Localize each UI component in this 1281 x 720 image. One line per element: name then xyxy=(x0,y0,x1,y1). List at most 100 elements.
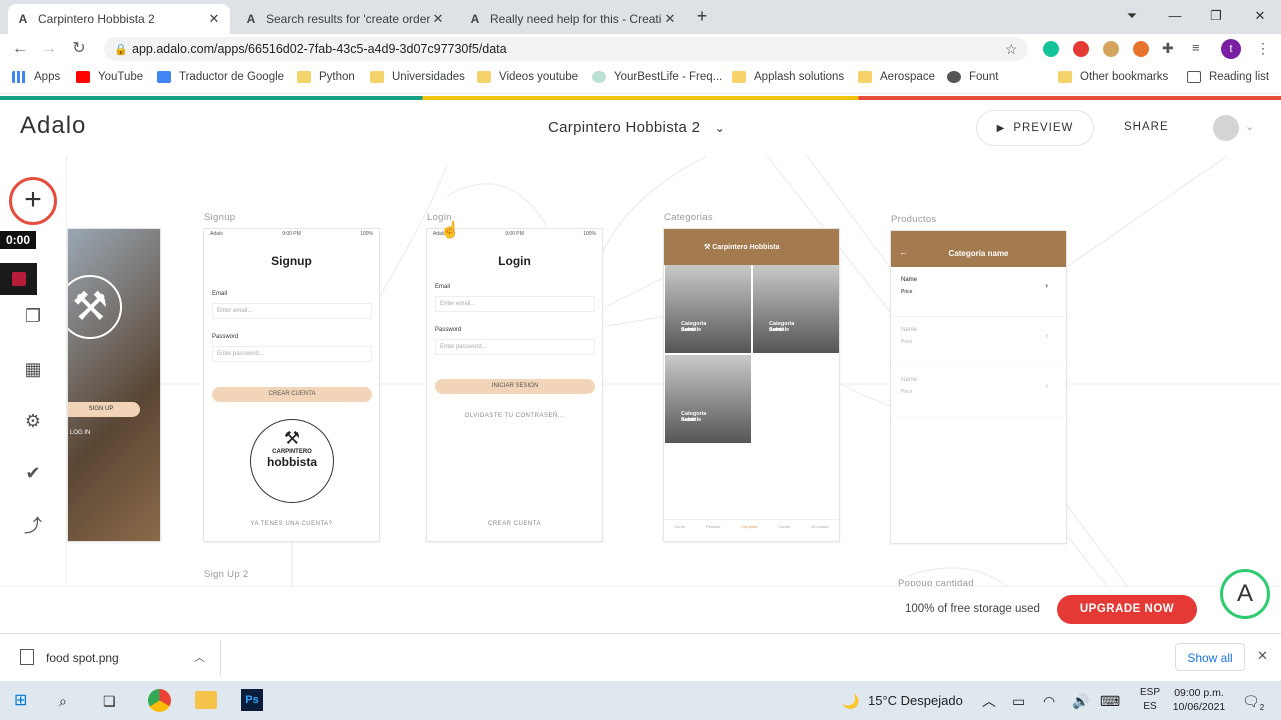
category-card[interactable]: Categoria name Subtitle xyxy=(665,355,751,443)
screen-label[interactable]: Productos xyxy=(891,214,936,225)
back-icon[interactable]: ← xyxy=(9,39,31,59)
share-button[interactable]: SHARE xyxy=(1124,121,1169,133)
profile-avatar[interactable]: t xyxy=(1221,39,1241,59)
productos-screen[interactable]: ← Categoria name Name Price › Name Price › N… xyxy=(890,230,1067,544)
list-item[interactable]: Name Price › xyxy=(891,267,1066,317)
puzzle-icon[interactable]: ✚ xyxy=(1162,40,1174,57)
welcome-login-link[interactable]: LOG IN xyxy=(70,430,90,436)
tab-search-icon[interactable]: ⏷ xyxy=(1112,4,1152,28)
download-file[interactable]: food spot.png xyxy=(46,651,119,665)
signup-screen[interactable]: Adalo 9:00 PM 100% Signup Email Enter emai… xyxy=(203,228,380,542)
list-item[interactable]: Name Price › xyxy=(891,367,1066,417)
have-account-link[interactable]: YA TENES UNA CUENTA? xyxy=(204,521,379,527)
bookmark-youtube[interactable]: YouTube xyxy=(76,71,143,83)
welcome-screen[interactable]: ⚒ SIGN UP LOG IN xyxy=(67,228,161,542)
password-field[interactable]: Enter password... xyxy=(212,346,372,362)
notification-icon[interactable]: 🗨2 xyxy=(1242,689,1264,713)
app-switcher[interactable]: Carpintero Hobbista 2 ⌄ xyxy=(548,119,725,136)
close-icon[interactable]: ✕ xyxy=(1257,648,1268,664)
adalo-help-icon[interactable]: A xyxy=(1220,569,1270,619)
database-icon[interactable]: ▦ xyxy=(22,358,44,380)
user-avatar[interactable] xyxy=(1213,115,1239,141)
file-explorer-icon[interactable] xyxy=(195,691,217,709)
tab-adalo[interactable]: A Carpintero Hobbista 2 ✕ xyxy=(8,4,230,34)
language-indicator[interactable]: ESP ES xyxy=(1140,686,1160,714)
bookmark-yourbestlife[interactable]: YourBestLife - Freq... xyxy=(592,71,722,83)
tab-forum[interactable]: A Really need help for this - Creatir ✕ xyxy=(460,4,686,34)
upgrade-button[interactable]: UPGRADE NOW xyxy=(1057,595,1197,624)
tab-search-results[interactable]: A Search results for 'create order c ✕ xyxy=(236,4,454,34)
show-all-button[interactable]: Show all xyxy=(1175,643,1245,671)
cookie-icon[interactable] xyxy=(1103,41,1119,57)
add-component-button[interactable]: + xyxy=(9,177,57,225)
bookmark-translate[interactable]: Traductor de Google xyxy=(157,71,284,83)
analytics-icon[interactable]: ⤴ xyxy=(22,515,44,537)
media-queue-icon[interactable]: ≡ xyxy=(1192,40,1200,55)
bookmark-videos[interactable]: Videos youtube xyxy=(477,71,578,83)
restore-icon[interactable]: ❐ xyxy=(1196,4,1236,28)
forgot-password-link[interactable]: OLVIDASTE TU CONTRASEÑ... xyxy=(427,413,602,419)
windows-start-icon[interactable]: ⊞ xyxy=(14,689,27,713)
clock[interactable]: 09:00 p.m. 10/06/2021 xyxy=(1172,686,1226,714)
tab-home[interactable]: Home xyxy=(674,524,685,541)
new-tab-icon[interactable]: + xyxy=(690,4,714,28)
create-account-button[interactable]: CREAR CUENTA xyxy=(212,387,372,402)
list-item[interactable]: Name Price › xyxy=(891,317,1066,367)
preview-button[interactable]: ▶ PREVIEW xyxy=(976,110,1094,146)
tab-pedidos[interactable]: Pedidos xyxy=(706,524,720,541)
keyboard-icon[interactable]: ⌨ xyxy=(1100,689,1120,713)
chrome-icon[interactable] xyxy=(148,689,171,712)
bookmark-aerospace[interactable]: Aerospace xyxy=(858,71,935,83)
forward-icon[interactable]: → xyxy=(38,39,60,59)
chevron-up-icon[interactable]: ︿ xyxy=(982,689,996,713)
password-field[interactable]: Enter password... xyxy=(435,339,595,355)
category-card[interactable]: Categoria name Subtitle xyxy=(665,265,751,353)
chevron-down-icon[interactable]: ⌄ xyxy=(1245,120,1254,133)
wifi-icon[interactable]: ◠ xyxy=(1043,689,1055,713)
builder-canvas[interactable]: ⚒ SIGN UP LOG IN Signup Adalo 9:00 PM 100%… xyxy=(67,156,1281,586)
close-tab-icon[interactable]: ✕ xyxy=(430,11,446,27)
tab-carrito[interactable]: Carrito xyxy=(778,524,790,541)
chevron-up-icon[interactable]: ︿ xyxy=(194,649,205,665)
login-screen[interactable]: Adalo 9:00 PM 100% Login Email Enter email… xyxy=(426,228,603,542)
bookmark-star-icon[interactable]: ☆ xyxy=(1005,41,1018,58)
bookmark-apps[interactable]: Apps xyxy=(12,71,60,83)
photoshop-icon[interactable]: Ps xyxy=(241,689,263,711)
volume-icon[interactable]: 🔊 xyxy=(1072,689,1089,713)
email-field[interactable]: Enter email... xyxy=(435,296,595,312)
task-view-icon[interactable]: ❏ xyxy=(103,689,116,713)
weather-text[interactable]: 15°C Despejado xyxy=(868,689,963,713)
screen-label[interactable]: Sign Up 2 xyxy=(204,569,248,580)
screen-label[interactable]: Popoup cantidad xyxy=(898,578,974,586)
bookmark-applash[interactable]: Applash solutions xyxy=(732,71,844,83)
email-field[interactable]: Enter email... xyxy=(212,303,372,319)
url-input[interactable]: app.adalo.com/apps/66516d02-7fab-43c5-a4… xyxy=(104,37,1028,61)
login-button[interactable]: INICIAR SESION xyxy=(435,379,595,394)
screens-icon[interactable]: ❐ xyxy=(22,305,44,327)
search-icon[interactable]: ⌕ xyxy=(59,689,67,713)
bookmark-universidades[interactable]: Universidades xyxy=(370,71,465,83)
window-close-icon[interactable]: ✕ xyxy=(1240,4,1280,28)
grammarly-icon[interactable] xyxy=(1043,41,1059,57)
bookmark-other[interactable]: Other bookmarks xyxy=(1058,71,1168,83)
tab-compras[interactable]: Compras xyxy=(741,524,757,541)
create-account-link[interactable]: CREAR CUENTA xyxy=(427,521,602,527)
screen-label[interactable]: Signup xyxy=(204,212,235,223)
battery-icon[interactable]: ▭ xyxy=(1012,689,1025,713)
bookmark-fount[interactable]: Fount xyxy=(947,71,998,83)
welcome-signup-button[interactable]: SIGN UP xyxy=(68,402,140,417)
menu-icon[interactable]: ⋮ xyxy=(1256,40,1270,57)
adblock-icon[interactable] xyxy=(1073,41,1089,57)
close-tab-icon[interactable]: ✕ xyxy=(662,11,678,27)
screen-label[interactable]: Categorias xyxy=(664,212,713,223)
bookmark-reading-list[interactable]: Reading list xyxy=(1187,71,1269,83)
settings-icon[interactable]: ⚙ xyxy=(22,410,44,432)
close-tab-icon[interactable]: ✕ xyxy=(206,11,222,27)
reload-icon[interactable]: ↻ xyxy=(68,39,90,59)
categorias-screen[interactable]: ⚒ Carpintero Hobbista Categoria name Subt… xyxy=(663,228,840,542)
stop-recording-button[interactable] xyxy=(0,263,37,295)
extension-icon[interactable] xyxy=(1133,41,1149,57)
category-card[interactable]: Categoria name Subtitle xyxy=(753,265,839,353)
lock-icon[interactable]: 🔒 xyxy=(114,43,128,56)
publish-icon[interactable]: ✔ xyxy=(22,462,44,484)
